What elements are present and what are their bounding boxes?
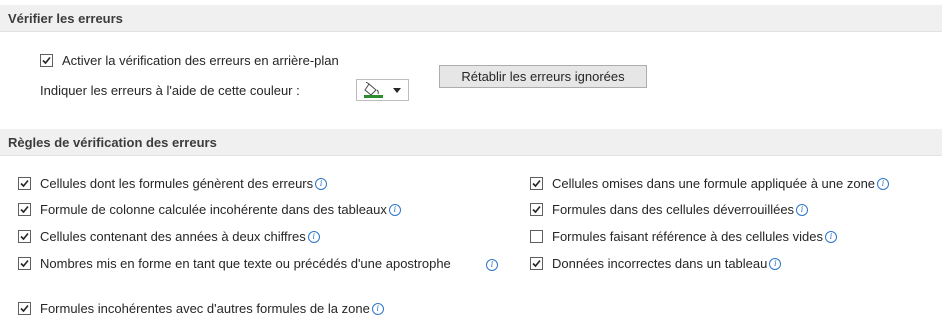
section-header-rules: Règles de vérification des erreurs [0,129,942,156]
error-color-picker[interactable] [356,79,409,101]
error-color-label: Indiquer les erreurs à l'aide de cette c… [40,83,300,98]
section-title: Règles de vérification des erreurs [8,135,217,150]
info-icon[interactable]: i [371,303,384,315]
rule-label: Nombres mis en forme en tant que texte o… [40,256,451,271]
rule-item[interactable]: Cellules omises dans une formule appliqu… [530,175,890,192]
rule-checkbox[interactable] [18,203,31,216]
section-title: Vérifier les erreurs [8,11,123,26]
background-check-checkbox[interactable] [40,54,53,67]
info-icon[interactable]: i [824,231,837,243]
rule-label: Formules incohérentes avec d'autres form… [40,300,384,317]
chevron-down-icon [393,88,401,93]
rule-checkbox[interactable] [530,203,543,216]
rule-label: Cellules omises dans une formule appliqu… [552,175,890,192]
rule-label: Données incorrectes dans un tableau i [552,255,782,272]
error-color-row: Indiquer les erreurs à l'aide de cette c… [40,82,300,99]
rule-checkbox[interactable] [18,230,31,243]
info-icon[interactable]: i [307,231,320,243]
rule-item[interactable]: Cellules contenant des années à deux chi… [18,228,320,245]
rule-label: Cellules contenant des années à deux chi… [40,228,320,245]
rule-label: Formules faisant référence à des cellule… [552,228,837,245]
rule-checkbox[interactable] [530,177,543,190]
background-check-row[interactable]: Activer la vérification des erreurs en a… [40,52,339,69]
rule-item[interactable]: Formules faisant référence à des cellule… [530,228,837,245]
reset-ignored-errors-button[interactable]: Rétablir les erreurs ignorées [439,65,647,88]
rule-checkbox[interactable] [18,257,31,270]
rule-item[interactable]: Cellules dont les formules génèrent des … [18,175,328,192]
rule-label: Cellules dont les formules génèrent des … [40,175,328,192]
rule-item[interactable]: Données incorrectes dans un tableau i [530,255,782,272]
rule-item[interactable]: Formules dans des cellules déverrouillée… [530,201,809,218]
paint-bucket-icon [364,82,383,98]
section-header-check-errors: Vérifier les erreurs [0,5,942,32]
rule-label: Formules dans des cellules déverrouillée… [552,201,809,218]
rule-label: Formule de colonne calculée incohérente … [40,201,401,218]
info-icon[interactable]: i [315,178,328,190]
info-icon[interactable]: i [486,259,498,271]
rule-item[interactable]: Nombres mis en forme en tant que texte o… [18,255,498,272]
rule-item[interactable]: Formule de colonne calculée incohérente … [18,201,401,218]
rule-item[interactable]: Formules incohérentes avec d'autres form… [18,300,384,317]
info-icon[interactable]: i [388,204,401,216]
rule-checkbox[interactable] [530,257,543,270]
rule-checkbox[interactable] [18,302,31,315]
rule-checkbox[interactable] [18,177,31,190]
background-check-label: Activer la vérification des erreurs en a… [62,53,339,68]
info-icon[interactable]: i [877,178,890,190]
rule-checkbox[interactable] [530,230,543,243]
info-icon[interactable]: i [796,204,809,216]
info-icon[interactable]: i [769,258,782,270]
